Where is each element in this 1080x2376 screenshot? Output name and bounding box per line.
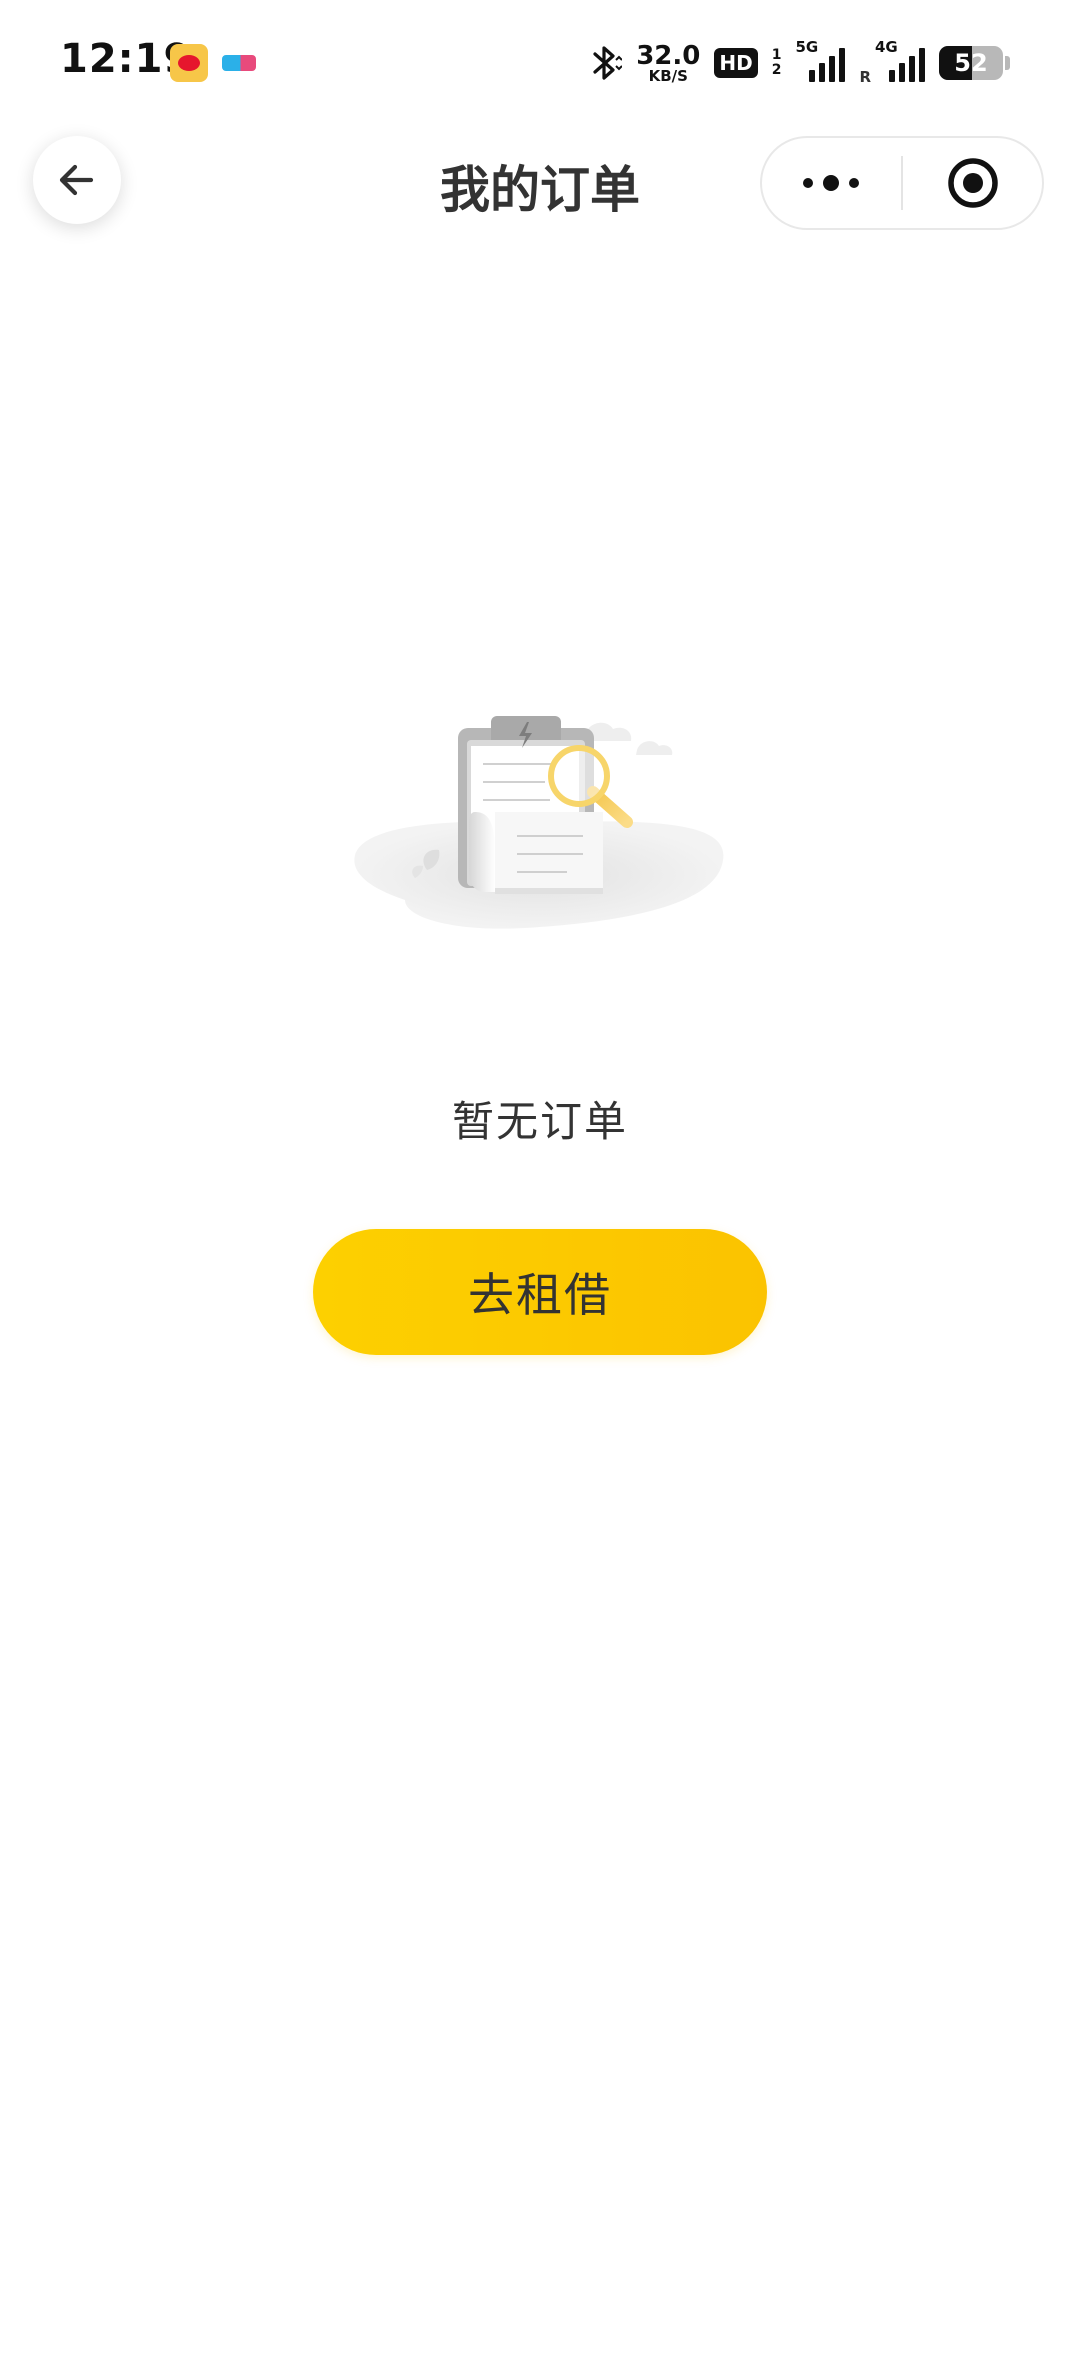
signal-5g-label: 5G (795, 38, 819, 56)
weibo-icon (170, 44, 208, 82)
more-button[interactable] (762, 138, 901, 228)
roaming-indicator: R (859, 68, 871, 86)
target-close-icon (947, 158, 998, 208)
mini-program-capsule (760, 136, 1044, 230)
network-speed: 32.0 KB/S (636, 43, 700, 84)
battery-tip (1005, 56, 1010, 70)
network-speed-unit: KB/S (648, 66, 688, 85)
network-speed-value: 32.0 (636, 40, 701, 71)
signal-5g-icon: 5G (795, 38, 846, 82)
tct-icon (222, 55, 256, 71)
empty-order-illustration (345, 700, 735, 950)
status-indicators: 32.0 KB/S HD 1 2 5G R 4G 52 (588, 38, 1010, 86)
sim-indicator: 1 2 (771, 46, 782, 79)
sim-indicator-top: 1 (771, 46, 782, 63)
signal-4g-icon: 4G (875, 38, 925, 82)
battery-icon: 52 (939, 46, 1003, 80)
more-dots-icon (802, 175, 859, 191)
signal-4g-label: 4G (875, 38, 898, 56)
close-button[interactable] (903, 138, 1042, 228)
battery-level: 52 (954, 49, 988, 77)
bluetooth-icon (588, 43, 623, 83)
empty-message: 暂无订单 (451, 1097, 628, 1146)
status-bar: 12:19 32.0 KB/S HD 1 2 5G R 4G 52 (0, 0, 1080, 130)
sim-indicator-bottom: 2 (771, 62, 782, 78)
hd-badge: HD (714, 48, 758, 78)
go-rent-button[interactable]: 去租借 (313, 1229, 767, 1355)
